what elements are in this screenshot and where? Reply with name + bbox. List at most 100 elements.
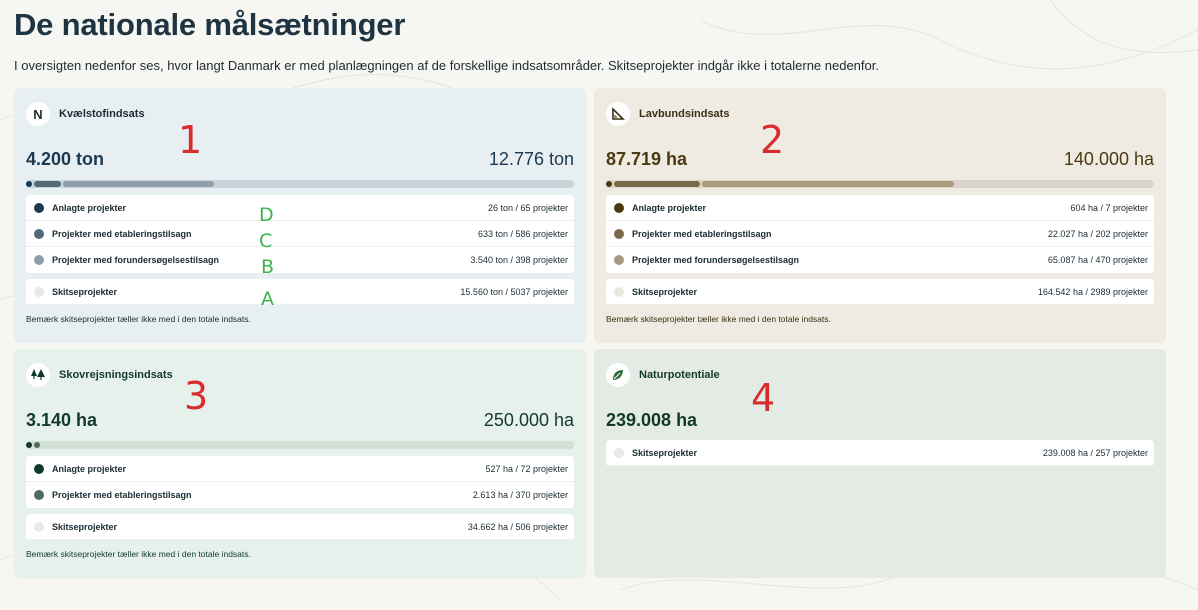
leaf-icon: [606, 363, 630, 387]
row-value: 239.008 ha / 257 projekter: [1042, 447, 1148, 458]
row-label: Anlagte projekter: [632, 202, 707, 213]
row-label: Skitseprojekter: [52, 286, 118, 297]
row-value: 164.542 ha / 2989 projekter: [1037, 286, 1148, 297]
annotation-b: B: [261, 256, 275, 278]
sketch-list: Skitseprojekter 239.008 ha / 257 projekt…: [606, 440, 1154, 466]
sketch-list: Skitseprojekter 15.560 ton / 5037 projek…: [26, 279, 574, 305]
row-value: 26 ton / 65 projekter: [487, 202, 568, 213]
progress-segment-anlagt: [26, 442, 32, 448]
totals: 87.719 ha 140.000 ha: [606, 149, 1154, 175]
card-title: Lavbundsindsats: [639, 108, 730, 120]
bullet-dark-icon: [34, 202, 44, 213]
row-label: Skitseprojekter: [632, 447, 698, 458]
progress-segment-forundersogelse: [62, 181, 214, 187]
row-value: 34.662 ha / 506 projekter: [467, 521, 568, 532]
row-anlagte: Anlagte projekter 604 ha / 7 projekter: [606, 195, 1154, 221]
row-label: Projekter med forundersøgelsestilsagn: [52, 255, 220, 265]
total-value: 87.719 ha: [606, 149, 688, 169]
bullet-mid-icon: [614, 228, 624, 239]
progress-segment-etablering: [34, 181, 61, 187]
row-skitse: Skitseprojekter 239.008 ha / 257 projekt…: [606, 440, 1154, 466]
nitrogen-icon: N: [26, 102, 50, 126]
row-label: Projekter med etableringstilsagn: [632, 228, 772, 239]
card-title: Skovrejsningsindsats: [59, 369, 173, 381]
card-lavbund: Lavbundsindsats 87.719 ha 140.000 ha Anl…: [594, 88, 1166, 343]
progress-segment-anlagt: [606, 181, 612, 187]
progress-segment-etablering: [34, 442, 40, 448]
row-etablering: Projekter med etableringstilsagn 2.613 h…: [26, 482, 574, 508]
card-header: Skovrejsningsindsats: [26, 359, 574, 391]
trees-icon: [26, 363, 50, 387]
progress-segment-anlagt: [26, 181, 32, 187]
progress-segment-forundersogelse: [701, 181, 955, 187]
row-label: Anlagte projekter: [52, 202, 127, 213]
set-square-icon: [606, 102, 630, 126]
bullet-light-icon: [34, 255, 44, 265]
annotation-3: 3: [184, 374, 209, 418]
card-header: Naturpotentiale: [606, 359, 1154, 391]
card-skov: Skovrejsningsindsats 3.140 ha 250.000 ha…: [14, 349, 586, 578]
annotation-1: 1: [178, 118, 203, 162]
card-note: Bemærk skitseprojekter tæller ikke med i…: [26, 549, 251, 559]
status-list: Anlagte projekter 527 ha / 72 projekter …: [26, 456, 574, 508]
card-note: Bemærk skitseprojekter tæller ikke med i…: [606, 314, 831, 324]
row-forundersogelse: Projekter med forundersøgelsestilsagn 3.…: [26, 247, 574, 273]
progress-bar: [26, 441, 574, 449]
page-intro: I oversigten nedenfor ses, hvor langt Da…: [14, 58, 879, 73]
bullet-empty-icon: [614, 447, 624, 458]
row-label: Skitseprojekter: [632, 286, 698, 297]
bullet-empty-icon: [614, 286, 624, 297]
row-value: 604 ha / 7 projekter: [1070, 202, 1148, 213]
row-forundersogelse: Projekter med forundersøgelsestilsagn 65…: [606, 247, 1154, 273]
page: De nationale målsætninger I oversigten n…: [0, 0, 1198, 78]
row-value: 15.560 ton / 5037 projekter: [460, 286, 568, 297]
annotation-a: A: [261, 288, 274, 310]
annotation-4: 4: [751, 376, 776, 420]
total-value: 4.200 ton: [26, 149, 105, 169]
annotation-d: D: [259, 204, 274, 226]
total-value: 3.140 ha: [26, 410, 98, 430]
sketch-list: Skitseprojekter 164.542 ha / 2989 projek…: [606, 279, 1154, 305]
totals: 239.008 ha: [606, 410, 1154, 436]
bullet-dark-icon: [614, 202, 624, 213]
row-label: Projekter med forundersøgelsestilsagn: [632, 255, 800, 265]
row-value: 65.087 ha / 470 projekter: [1047, 255, 1148, 265]
total-value: 239.008 ha: [606, 410, 698, 430]
bullet-dark-icon: [34, 463, 44, 474]
target-value: 140.000 ha: [1063, 149, 1154, 169]
row-label: Skitseprojekter: [52, 521, 118, 532]
row-label: Projekter med etableringstilsagn: [52, 490, 192, 500]
card-header: Lavbundsindsats: [606, 98, 1154, 130]
bullet-mid-icon: [34, 490, 44, 500]
row-value: 633 ton / 586 projekter: [477, 228, 568, 239]
row-etablering: Projekter med etableringstilsagn 22.027 …: [606, 221, 1154, 247]
target-value: 12.776 ton: [488, 149, 574, 169]
card-header: N Kvælstofindsats: [26, 98, 574, 130]
page-title: De nationale målsætninger: [14, 7, 406, 42]
progress-bar: [606, 180, 1154, 188]
row-value: 22.027 ha / 202 projekter: [1047, 228, 1148, 239]
row-label: Anlagte projekter: [52, 463, 127, 474]
row-skitse: Skitseprojekter 15.560 ton / 5037 projek…: [26, 279, 574, 305]
row-skitse: Skitseprojekter 34.662 ha / 506 projekte…: [26, 514, 574, 540]
card-title: Naturpotentiale: [639, 369, 720, 381]
row-value: 527 ha / 72 projekter: [485, 463, 568, 474]
card-natur: Naturpotentiale 239.008 ha Skitseprojekt…: [594, 349, 1166, 578]
status-list: Anlagte projekter 26 ton / 65 projekter …: [26, 195, 574, 273]
card-note: Bemærk skitseprojekter tæller ikke med i…: [26, 314, 251, 324]
row-label: Projekter med etableringstilsagn: [52, 228, 192, 239]
target-value: 250.000 ha: [483, 410, 574, 430]
row-skitse: Skitseprojekter 164.542 ha / 2989 projek…: [606, 279, 1154, 305]
card-kvaelstof: N Kvælstofindsats 4.200 ton 12.776 ton A…: [14, 88, 586, 343]
bullet-empty-icon: [34, 521, 44, 532]
progress-bar: [26, 180, 574, 188]
totals: 4.200 ton 12.776 ton: [26, 149, 574, 175]
bullet-light-icon: [614, 255, 624, 265]
totals: 3.140 ha 250.000 ha: [26, 410, 574, 436]
row-anlagte: Anlagte projekter 527 ha / 72 projekter: [26, 456, 574, 482]
status-list: Anlagte projekter 604 ha / 7 projekter P…: [606, 195, 1154, 273]
row-value: 2.613 ha / 370 projekter: [472, 490, 568, 500]
row-anlagte: Anlagte projekter 26 ton / 65 projekter: [26, 195, 574, 221]
row-value: 3.540 ton / 398 projekter: [470, 255, 568, 265]
bullet-mid-icon: [34, 228, 44, 239]
